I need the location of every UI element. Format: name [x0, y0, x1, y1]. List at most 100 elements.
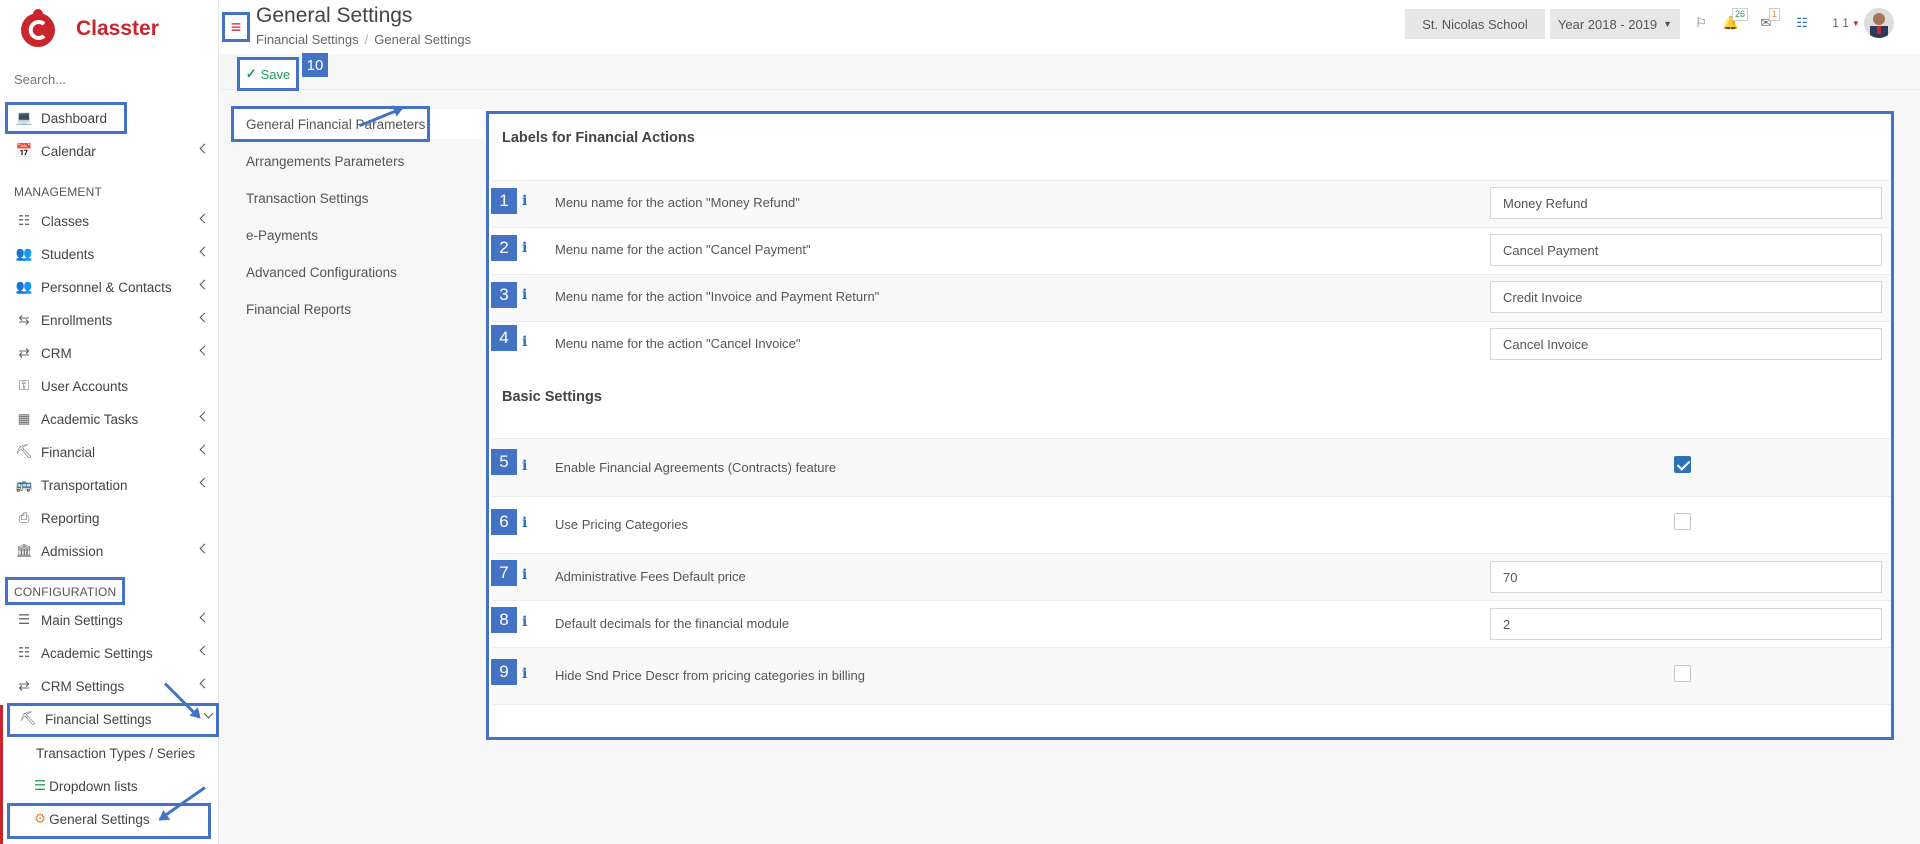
- sidebar-item-calendar[interactable]: 📅 Calendar: [14, 138, 214, 164]
- sidebar-item-dashboard[interactable]: 💻 Dashboard: [14, 105, 214, 131]
- sidebar-item-main-settings[interactable]: ☰ Main Settings: [14, 607, 214, 633]
- info-icon[interactable]: i: [522, 567, 527, 583]
- calendar-icon: 📅: [15, 143, 33, 158]
- info-icon[interactable]: i: [522, 515, 527, 531]
- user-menu[interactable]: 1 1 ▼: [1826, 10, 1866, 36]
- sidebar-item-financial-settings[interactable]: ⛏ Financial Settings: [18, 706, 218, 732]
- annotation-number: 2: [491, 235, 517, 261]
- sidebar-item-enrollments[interactable]: ⇆ Enrollments: [14, 307, 214, 333]
- envelope-icon[interactable]: ✉ 1: [1753, 8, 1781, 36]
- invoice-payment-return-name-input[interactable]: [1490, 281, 1882, 313]
- chevron-left-icon: [199, 543, 210, 554]
- sidebar-item-crm-settings[interactable]: ⇄ CRM Settings: [14, 673, 214, 699]
- sidebar-item-label: Students: [41, 246, 95, 262]
- bell-icon[interactable]: 🔔 26: [1718, 8, 1749, 36]
- breadcrumb-item[interactable]: Financial Settings: [256, 32, 359, 47]
- sidebar-search-input[interactable]: [14, 72, 204, 87]
- section-management: MANAGEMENT: [14, 185, 103, 199]
- info-icon[interactable]: i: [522, 334, 527, 350]
- sidebar-subitem-transaction-types[interactable]: Transaction Types / Series: [36, 741, 195, 765]
- money-refund-name-input[interactable]: [1490, 187, 1882, 219]
- sidebar-item-label: CRM: [41, 345, 72, 361]
- info-icon[interactable]: i: [522, 193, 527, 209]
- info-icon[interactable]: i: [522, 614, 527, 630]
- sidebar-item-students[interactable]: 👥 Students: [14, 241, 214, 267]
- setting-label: Menu name for the action "Cancel Payment…: [555, 242, 811, 257]
- annotation-number: 7: [491, 560, 517, 586]
- caret-down-icon: ▼: [1851, 18, 1860, 28]
- info-icon[interactable]: i: [522, 240, 527, 256]
- sidebar-subitem-label: General Settings: [49, 811, 150, 827]
- annotation-number: 6: [491, 509, 517, 535]
- cancel-payment-name-input[interactable]: [1490, 234, 1882, 266]
- sidebar-item-academic-settings[interactable]: ☷ Academic Settings: [14, 640, 214, 666]
- logo[interactable]: Classter: [18, 8, 159, 50]
- default-decimals-input[interactable]: [1490, 608, 1882, 640]
- annotation-number: 4: [491, 325, 517, 351]
- sidebar-item-label: Academic Tasks: [41, 411, 139, 427]
- notifications-count: 26: [1732, 8, 1749, 21]
- save-label: Save: [260, 66, 291, 82]
- save-button[interactable]: ✓ Save: [237, 57, 299, 91]
- bus-icon: 🚌: [15, 477, 33, 492]
- cancel-invoice-name-input[interactable]: [1490, 328, 1882, 360]
- sidebar-subitem-general-settings[interactable]: ⚙ General Settings: [34, 807, 150, 831]
- school-selector[interactable]: St. Nicolas School: [1405, 9, 1545, 39]
- sidebar-item-classes[interactable]: ☷ Classes: [14, 208, 214, 234]
- sidebar-item-label: Calendar: [41, 143, 96, 159]
- shuffle-icon: ⇄: [18, 345, 30, 360]
- annotation-number: 9: [491, 659, 517, 685]
- sidebar-subitem-dropdown-lists[interactable]: ☰ Dropdown lists: [34, 774, 138, 798]
- check-icon: ✓: [245, 66, 257, 81]
- exchange-icon: ⇆: [18, 312, 30, 327]
- sidebar-item-academic-tasks[interactable]: ▦ Academic Tasks: [14, 406, 214, 432]
- key-icon: ⚿: [18, 378, 30, 393]
- sidebar-item-user-accounts[interactable]: ⚿ User Accounts: [14, 373, 214, 399]
- layers-icon[interactable]: ☷: [1789, 10, 1815, 36]
- sidebar-item-label: Classes: [41, 213, 90, 229]
- sidebar-item-admission[interactable]: 🏛 Admission: [14, 538, 214, 564]
- annotation-number: 8: [491, 607, 517, 633]
- chevron-left-icon: [199, 279, 210, 290]
- year-selector[interactable]: Year 2018 - 2019 ▼: [1550, 9, 1680, 39]
- info-icon[interactable]: i: [522, 666, 527, 682]
- admin-fees-price-input[interactable]: [1490, 561, 1882, 593]
- hide-snd-price-checkbox[interactable]: [1674, 665, 1691, 682]
- tab-transaction-settings[interactable]: Transaction Settings: [246, 191, 369, 206]
- tab-general-financial-parameters[interactable]: General Financial Parameters: [246, 117, 425, 132]
- section-configuration: CONFIGURATION: [14, 585, 117, 599]
- chevron-left-icon: [199, 678, 210, 689]
- tab-financial-reports[interactable]: Financial Reports: [246, 302, 351, 317]
- tab-e-payments[interactable]: e-Payments: [246, 228, 318, 243]
- sidebar-item-label: Admission: [41, 543, 104, 559]
- sidebar-item-financial[interactable]: ⛏ Financial: [14, 439, 214, 465]
- sidebar-item-reporting[interactable]: ⎙ Reporting: [14, 505, 214, 531]
- sidebar-item-label: Transportation: [41, 477, 128, 493]
- avatar[interactable]: [1864, 8, 1894, 38]
- classes-icon: ☷: [17, 213, 31, 228]
- setting-label: Menu name for the action "Cancel Invoice…: [555, 336, 801, 351]
- menu-toggle-button[interactable]: ≡: [222, 12, 250, 42]
- annotation-number: 5: [491, 449, 517, 475]
- gear-icon: ⚙: [34, 811, 47, 826]
- app-name: Classter: [76, 17, 159, 40]
- laptop-icon: 💻: [15, 110, 33, 125]
- financial-agreements-checkbox[interactable]: [1674, 456, 1691, 473]
- sidebar-item-transportation[interactable]: 🚌 Transportation: [14, 472, 214, 498]
- list-icon: ☰: [34, 778, 47, 793]
- sidebar-item-label: CRM Settings: [41, 678, 125, 694]
- sidebar-item-crm[interactable]: ⇄ CRM: [14, 340, 214, 366]
- page-title: General Settings: [256, 4, 413, 27]
- students-icon: 👥: [15, 246, 33, 261]
- pricing-categories-checkbox[interactable]: [1674, 513, 1691, 530]
- info-icon[interactable]: i: [522, 458, 527, 474]
- tab-advanced-configurations[interactable]: Advanced Configurations: [246, 265, 397, 280]
- printer-icon: ⎙: [18, 510, 30, 525]
- setting-label: Administrative Fees Default price: [555, 569, 746, 584]
- flag-icon[interactable]: ⚐: [1688, 10, 1714, 36]
- coins-icon: ⛏: [15, 444, 33, 459]
- classes-icon: ☷: [17, 645, 31, 660]
- tab-arrangements-parameters[interactable]: Arrangements Parameters: [246, 154, 404, 169]
- info-icon[interactable]: i: [522, 287, 527, 303]
- sidebar-item-personnel[interactable]: 👥 Personnel & Contacts: [14, 274, 214, 300]
